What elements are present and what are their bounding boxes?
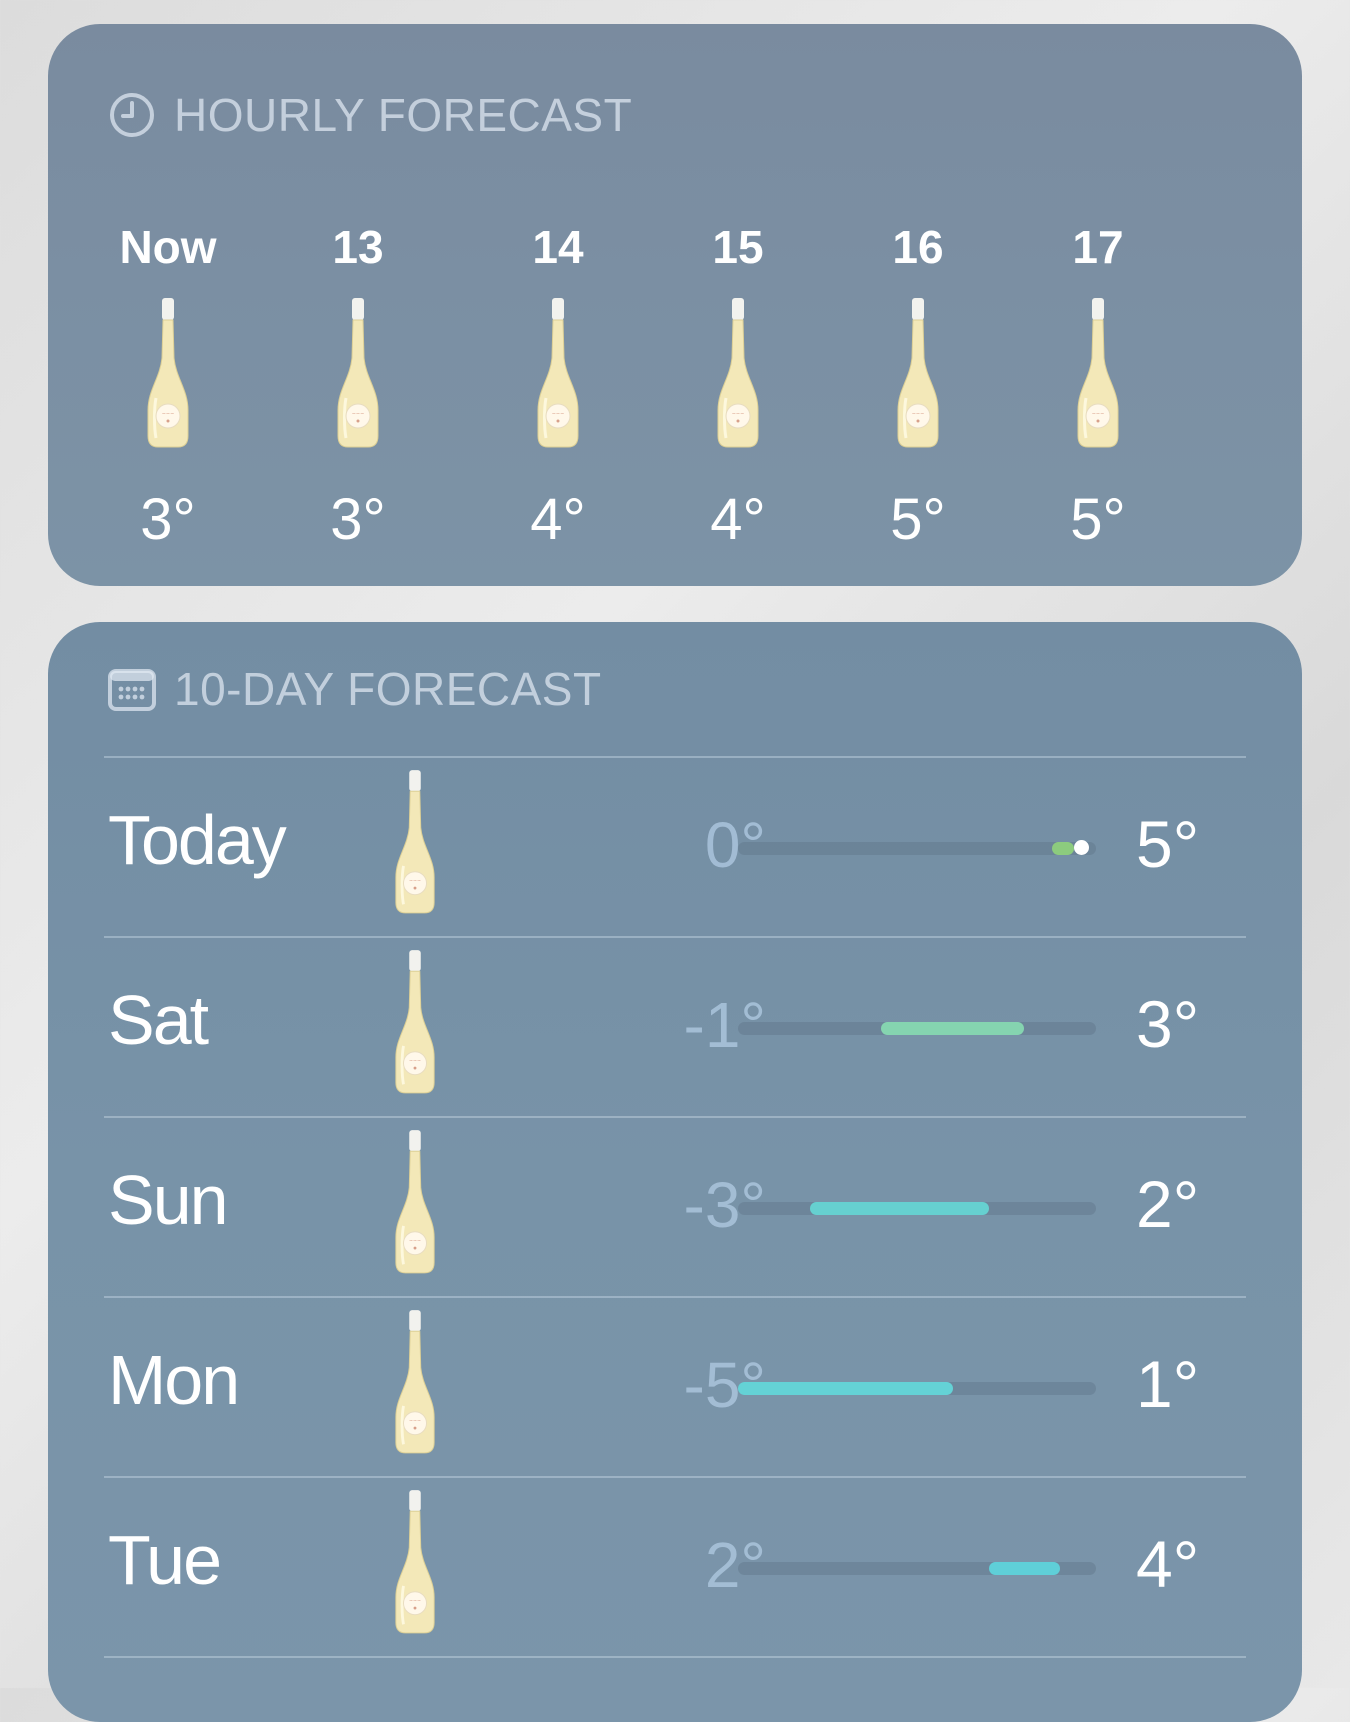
- wine-bottle-icon: ~~~: [897, 298, 939, 448]
- wine-bottle-icon: ~~~: [395, 770, 435, 914]
- hourly-time: 14: [532, 221, 584, 273]
- ten-day-forecast-title: 10-DAY FORECAST: [174, 663, 602, 715]
- hourly-temp: 4°: [710, 487, 766, 552]
- wine-bottle-icon: ~~~: [395, 1490, 435, 1634]
- hourly-temp: 5°: [1070, 487, 1126, 552]
- hourly-temp: 3°: [140, 487, 196, 552]
- low-temp: -5°: [683, 1349, 767, 1421]
- svg-text:~~~: ~~~: [409, 879, 421, 884]
- wine-bottle-icon: ~~~: [337, 298, 379, 448]
- day-name: Sun: [108, 1161, 229, 1239]
- hourly-time: 13: [332, 221, 384, 273]
- low-temp: -3°: [683, 1169, 767, 1241]
- low-temp: -1°: [683, 989, 767, 1061]
- svg-text:~~~: ~~~: [1092, 411, 1105, 417]
- current-temp-dot: [1074, 840, 1089, 855]
- hourly-time: 15: [712, 221, 764, 273]
- low-temp: 0°: [704, 809, 766, 881]
- hourly-icon-wrap: ~~~: [534, 298, 582, 453]
- wine-bottle-icon: ~~~: [717, 298, 759, 448]
- hourly-time: 16: [892, 221, 944, 273]
- daily-row[interactable]: Tue ~~~ 2° 4°: [48, 1476, 1302, 1656]
- high-temp: 3°: [1136, 987, 1200, 1061]
- temperature-range-track: [738, 1382, 1096, 1395]
- wine-bottle-icon: ~~~: [147, 298, 189, 448]
- day-icon-wrap: ~~~: [392, 1486, 438, 1643]
- day-icon-wrap: ~~~: [392, 1306, 438, 1463]
- low-temp: 2°: [704, 1529, 766, 1601]
- hourly-icon-wrap: ~~~: [144, 298, 192, 453]
- high-temp: 4°: [1136, 1527, 1200, 1601]
- day-icon-wrap: ~~~: [392, 766, 438, 923]
- wine-bottle-icon: ~~~: [1077, 298, 1119, 448]
- hourly-icon-wrap: ~~~: [1074, 298, 1122, 453]
- temperature-range-track: [738, 1022, 1096, 1035]
- temperature-range-fill: [988, 1562, 1061, 1575]
- day-name: Mon: [108, 1341, 240, 1419]
- temperature-range-fill: [1052, 842, 1074, 855]
- high-temp: 5°: [1136, 807, 1200, 881]
- hourly-time: 17: [1072, 221, 1124, 273]
- svg-text:~~~: ~~~: [552, 411, 565, 417]
- daily-row[interactable]: Sun ~~~ -3° 2°: [48, 1116, 1302, 1296]
- temperature-range-track: [738, 840, 1096, 855]
- high-temp: 1°: [1136, 1347, 1200, 1421]
- hourly-forecast-header: HOURLY FORECAST: [108, 88, 632, 142]
- calendar-icon: [108, 669, 156, 711]
- day-name: Tue: [108, 1521, 222, 1599]
- temperature-range-fill: [809, 1202, 989, 1215]
- daily-row[interactable]: Mon ~~~ -5° 1°: [48, 1296, 1302, 1476]
- hourly-icon-wrap: ~~~: [714, 298, 762, 453]
- svg-text:~~~: ~~~: [352, 411, 365, 417]
- hourly-forecast-card: HOURLY FORECAST Now ~~~ 3° 13 ~~~ 3° 14 ~~~ 4° 15…: [48, 24, 1302, 586]
- day-icon-wrap: ~~~: [392, 1126, 438, 1283]
- svg-text:~~~: ~~~: [162, 411, 175, 417]
- daily-row[interactable]: Today ~~~ 0° 5°: [48, 756, 1302, 936]
- svg-text:~~~: ~~~: [409, 1599, 421, 1604]
- hourly-time: Now: [119, 221, 217, 273]
- hourly-icon-wrap: ~~~: [894, 298, 942, 453]
- ten-day-forecast-card: 10-DAY FORECAST Today ~~~ 0° 5° Sat ~~~ -1° 3° S…: [48, 622, 1302, 1722]
- temperature-range-fill: [738, 1382, 953, 1395]
- hourly-forecast-title: HOURLY FORECAST: [174, 89, 633, 141]
- hourly-temp: 5°: [890, 487, 946, 552]
- high-temp: 2°: [1136, 1167, 1200, 1241]
- day-name: Sat: [108, 981, 209, 1059]
- svg-text:~~~: ~~~: [912, 411, 925, 417]
- temperature-range-track: [738, 1202, 1096, 1215]
- clock-icon: [110, 93, 154, 137]
- svg-text:~~~: ~~~: [409, 1239, 421, 1244]
- svg-text:~~~: ~~~: [409, 1419, 421, 1424]
- hourly-temp: 4°: [530, 487, 586, 552]
- temperature-range-track: [738, 1562, 1096, 1575]
- svg-text:~~~: ~~~: [409, 1059, 421, 1064]
- temperature-range-fill: [881, 1022, 1025, 1035]
- daily-row[interactable]: Sat ~~~ -1° 3°: [48, 936, 1302, 1116]
- ten-day-forecast-header: 10-DAY FORECAST: [108, 662, 602, 716]
- svg-text:~~~: ~~~: [732, 411, 745, 417]
- hourly-temp: 3°: [330, 487, 386, 552]
- wine-bottle-icon: ~~~: [395, 950, 435, 1094]
- wine-bottle-icon: ~~~: [395, 1310, 435, 1454]
- day-name: Today: [108, 801, 287, 879]
- wine-bottle-icon: ~~~: [537, 298, 579, 448]
- wine-bottle-icon: ~~~: [395, 1130, 435, 1274]
- row-divider: [104, 1656, 1246, 1658]
- day-icon-wrap: ~~~: [392, 946, 438, 1103]
- hourly-icon-wrap: ~~~: [334, 298, 382, 453]
